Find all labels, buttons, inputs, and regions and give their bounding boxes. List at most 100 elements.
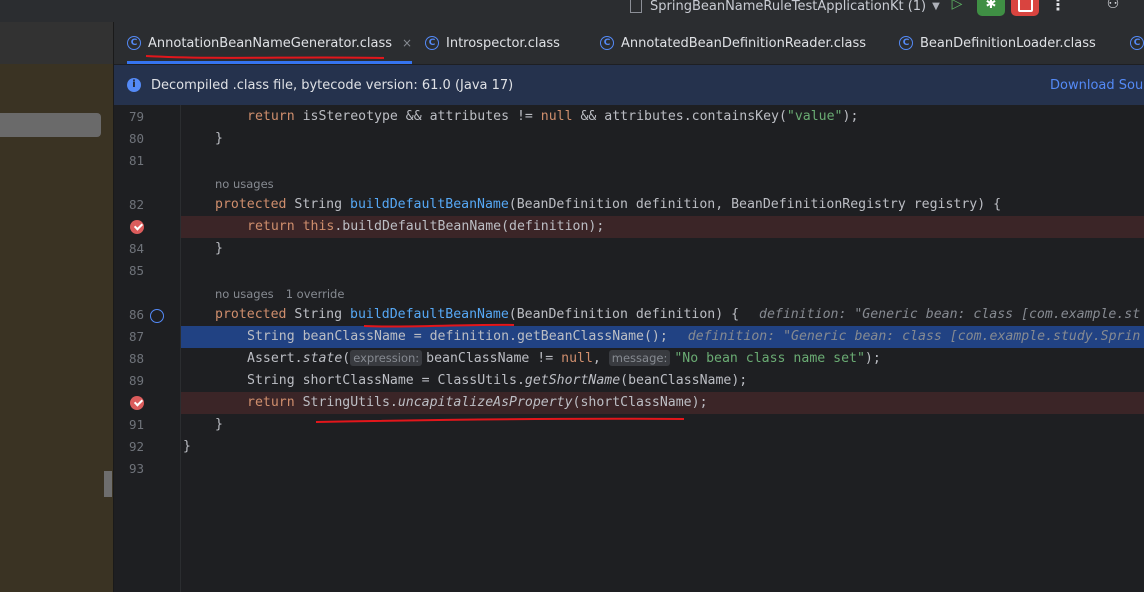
stop-icon[interactable] bbox=[1011, 0, 1039, 16]
code-text: && attributes.containsKey( bbox=[572, 109, 787, 124]
override-count-label: 1 override bbox=[285, 287, 345, 301]
line-number: 91 bbox=[128, 417, 144, 432]
tab-annotation-bean-name-generator[interactable]: C AnnotationBeanNameGenerator.class × bbox=[127, 22, 413, 64]
class-file-icon: C bbox=[600, 36, 614, 50]
more-vertical-icon[interactable]: ⋮ bbox=[1050, 0, 1066, 16]
info-icon: i bbox=[127, 78, 141, 92]
code-line-84[interactable]: } bbox=[181, 238, 223, 260]
line-number: 89 bbox=[128, 373, 144, 388]
line-number: 79 bbox=[128, 109, 144, 124]
code-text: String shortClassName = ClassUtils. bbox=[247, 373, 525, 388]
code-text: ( bbox=[342, 351, 351, 366]
line-number: 92 bbox=[128, 439, 144, 454]
tab-introspector[interactable]: C Introspector.class bbox=[425, 22, 560, 64]
code-text: , bbox=[592, 351, 609, 366]
code-text: Assert. bbox=[247, 351, 303, 366]
keyword: protected bbox=[215, 197, 287, 212]
run-configuration-selector[interactable]: SpringBeanNameRuleTestApplicationKt (1) … bbox=[630, 0, 940, 16]
keyword: return bbox=[247, 395, 295, 410]
run-icon[interactable]: ▷ bbox=[946, 0, 968, 16]
code-line-88[interactable]: Assert.state(expression: beanClassName !=… bbox=[181, 348, 881, 370]
chevron-down-icon: ▼ bbox=[932, 0, 940, 12]
usage-hint[interactable]: no usages bbox=[215, 173, 286, 195]
project-panel bbox=[0, 22, 113, 592]
parameter-hint: message: bbox=[608, 350, 671, 366]
code-text: (beanClassName); bbox=[620, 373, 748, 388]
tab-bean-definition-loader[interactable]: C BeanDefinitionLoader.class bbox=[899, 22, 1096, 64]
code-line-86[interactable]: protected String buildDefaultBeanName(Be… bbox=[181, 304, 1140, 326]
code-text: beanClassName != bbox=[426, 351, 562, 366]
class-file-icon: C bbox=[425, 36, 439, 50]
code-text: .buildDefaultBeanName(definition); bbox=[334, 219, 605, 234]
keyword: protected bbox=[215, 307, 287, 322]
line-number: 88 bbox=[128, 351, 144, 366]
keyword: return bbox=[247, 219, 295, 234]
banner-text: Decompiled .class file, bytecode version… bbox=[151, 77, 514, 93]
project-panel-scrollbar[interactable] bbox=[104, 471, 112, 497]
code-text: String beanClassName = definition.getBea… bbox=[247, 329, 668, 344]
project-tree-selected-item[interactable] bbox=[0, 113, 101, 137]
class-file-icon: C bbox=[1130, 36, 1144, 50]
tab-label: Introspector.class bbox=[446, 35, 560, 51]
debug-icon[interactable]: ✱ bbox=[977, 0, 1005, 16]
override-marker-icon[interactable] bbox=[150, 309, 164, 323]
static-method-call: state bbox=[302, 351, 343, 366]
tab-overflow[interactable]: C bbox=[1130, 22, 1144, 64]
code-line-90[interactable]: return StringUtils.uncapitalizeAsPropert… bbox=[181, 392, 708, 414]
code-text: StringUtils. bbox=[294, 395, 398, 410]
no-usages-label: no usages bbox=[215, 287, 274, 301]
main-toolbar: SpringBeanNameRuleTestApplicationKt (1) … bbox=[0, 0, 1144, 22]
code-line-92[interactable]: } bbox=[181, 436, 191, 458]
code-line-83[interactable]: return this.buildDefaultBeanName(definit… bbox=[181, 216, 604, 238]
code-text: ); bbox=[842, 109, 859, 124]
line-number: 85 bbox=[128, 263, 144, 278]
line-number: 93 bbox=[128, 461, 144, 476]
add-user-icon[interactable]: ⚇ bbox=[1100, 0, 1126, 16]
line-number: 82 bbox=[128, 197, 144, 212]
kotlin-file-icon bbox=[630, 0, 642, 13]
line-number: 86 bbox=[128, 307, 144, 322]
tab-label: BeanDefinitionLoader.class bbox=[920, 35, 1096, 51]
class-file-icon: C bbox=[127, 36, 141, 50]
decompiled-notice-banner: i Decompiled .class file, bytecode versi… bbox=[114, 65, 1144, 105]
code-line-87[interactable]: String beanClassName = definition.getBea… bbox=[181, 326, 1140, 348]
code-text: (BeanDefinition definition, BeanDefiniti… bbox=[508, 197, 1002, 212]
no-usages-label: no usages bbox=[215, 177, 274, 191]
close-icon[interactable]: × bbox=[402, 36, 412, 50]
string-literal: "value" bbox=[786, 109, 843, 124]
code-line-80[interactable]: } bbox=[181, 128, 223, 150]
inline-debug-value: definition: "Generic bean: class [com.ex… bbox=[687, 329, 1141, 344]
code-text: ); bbox=[864, 351, 881, 366]
code-text: (shortClassName); bbox=[572, 395, 708, 410]
line-number: 80 bbox=[128, 131, 144, 146]
method-name: buildDefaultBeanName bbox=[350, 197, 509, 212]
line-number: 81 bbox=[128, 153, 144, 168]
keyword: null bbox=[540, 109, 573, 124]
code-line-82[interactable]: protected String buildDefaultBeanName(Be… bbox=[181, 194, 1001, 216]
static-method-call: getShortName bbox=[524, 373, 621, 388]
usage-hint[interactable]: no usages 1 override bbox=[215, 283, 356, 305]
method-name: buildDefaultBeanName bbox=[350, 307, 509, 322]
code-text: String bbox=[286, 197, 350, 212]
tab-label: AnnotatedBeanDefinitionReader.class bbox=[621, 35, 867, 51]
code-text: String bbox=[286, 307, 350, 322]
code-line-89[interactable]: String shortClassName = ClassUtils.getSh… bbox=[181, 370, 747, 392]
run-configuration-label: SpringBeanNameRuleTestApplicationKt (1) bbox=[650, 0, 927, 14]
static-method-call: uncapitalizeAsProperty bbox=[397, 395, 573, 410]
code-text: (BeanDefinition definition) { bbox=[508, 307, 740, 322]
class-file-icon: C bbox=[899, 36, 913, 50]
tab-annotated-bean-definition-reader[interactable]: C AnnotatedBeanDefinitionReader.class bbox=[600, 22, 866, 64]
string-literal: "No bean class name set" bbox=[674, 351, 865, 366]
code-line-79[interactable]: return isStereotype && attributes != nul… bbox=[181, 106, 858, 128]
breakpoint-icon[interactable] bbox=[130, 396, 144, 410]
code-line-91[interactable]: } bbox=[181, 414, 223, 436]
inline-debug-value: definition: "Generic bean: class [com.ex… bbox=[759, 307, 1141, 322]
download-sources-link[interactable]: Download Sources bbox=[1050, 78, 1144, 93]
keyword: null bbox=[561, 351, 593, 366]
breakpoint-icon[interactable] bbox=[130, 220, 144, 234]
parameter-hint: expression: bbox=[350, 350, 423, 366]
line-number: 87 bbox=[128, 329, 144, 344]
line-number: 84 bbox=[128, 241, 144, 256]
editor-tab-bar: C AnnotationBeanNameGenerator.class × C … bbox=[114, 22, 1144, 65]
keyword: this bbox=[294, 219, 335, 234]
